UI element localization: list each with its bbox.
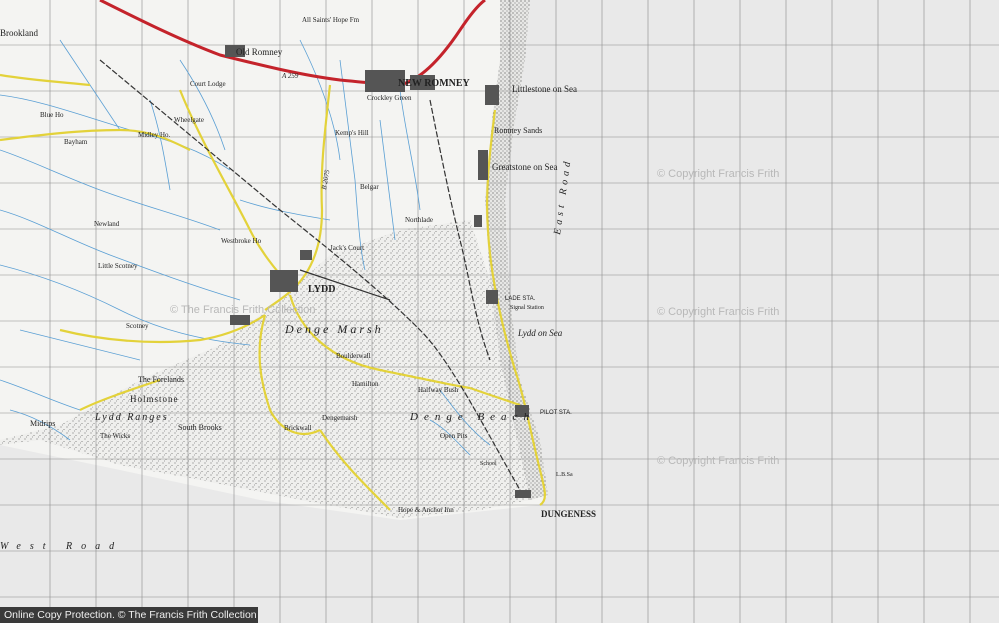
label-lbsa: L.B.Sa [556,472,573,478]
label-romney-sands: Romney Sands [494,126,542,135]
label-brickwall: Brickwall [284,424,312,432]
label-denge-beach: Denge Beach [409,411,535,423]
label-hamilton: Hamilton [352,380,379,388]
label-dengemarsh: Dengemarsh [322,414,358,422]
map-viewer[interactable]: NEW ROMNEY Old Romney Littlestone on Sea… [0,0,999,623]
label-little-scotney: Little Scotney [98,262,138,270]
label-lade-sta: LADE STA. [505,296,536,302]
watermark-middle: © Copyright Francis Frith [657,306,779,318]
label-north-lade: Northlade [405,216,433,224]
label-westbroke: Westbroke Ho [221,237,262,245]
label-holmstone: Holmstone [130,394,179,404]
label-newland: Newland [94,220,120,228]
label-brookland: Brookland [0,28,38,38]
label-littlestone: Littlestone on Sea [512,84,577,94]
label-open-pits: Open Pits [440,432,468,440]
watermark-lower: © Copyright Francis Frith [657,455,779,467]
label-road-a259: A 259 [281,72,299,80]
label-pilot-sta: PILOT STA. [540,410,572,416]
label-halfway-bush: Halfway Bush [418,386,459,394]
label-lydd: LYDD [308,284,335,295]
label-old-romney: Old Romney [236,47,283,57]
label-jacks-court: Jack's Court [330,244,364,252]
label-blue-ho: Blue Ho [40,111,64,119]
label-hope-anchor: Hope & Anchor Inn [398,506,454,514]
label-lydd-on-sea: Lydd on Sea [517,328,563,338]
label-the-wicks: The Wicks [100,432,130,440]
label-south-brooks: South Brooks [178,423,222,432]
label-belgar: Belgar [360,183,379,191]
label-bayham: Bayham [64,138,88,146]
label-dungeness: DUNGENESS [541,509,596,519]
label-boulderwall: Boulderwall [336,352,371,360]
label-denge-marsh: Denge Marsh [284,322,384,336]
label-court-lodge: Court Lodge [190,80,226,88]
watermark-map-centre: © The Francis Frith Collection [170,304,315,316]
copy-protection-footer: Online Copy Protection. © The Francis Fr… [0,607,258,623]
label-school: School [480,461,497,467]
label-the-forelands: The Forelands [138,375,184,384]
label-midrips: Midrips [30,419,55,428]
label-lydd-ranges: Lydd Ranges [94,412,169,423]
label-signal-station: Signal Station [510,305,544,311]
label-crockley-green: Crockley Green [367,94,412,102]
label-greatstone: Greatstone on Sea [492,162,557,172]
label-kemps-hill: Kemp's Hill [335,129,369,137]
label-all-saints: All Saints' Hope Fm [302,16,360,24]
label-wheelgate: Wheelgate [174,116,204,124]
label-west-road: West Road [0,541,123,552]
label-new-romney: NEW ROMNEY [398,78,471,89]
map-canvas[interactable]: NEW ROMNEY Old Romney Littlestone on Sea… [0,0,999,623]
watermark-upper: © Copyright Francis Frith [657,168,779,180]
label-midley: Midley Ho. [138,131,171,139]
label-scotney: Scotney [126,322,149,330]
